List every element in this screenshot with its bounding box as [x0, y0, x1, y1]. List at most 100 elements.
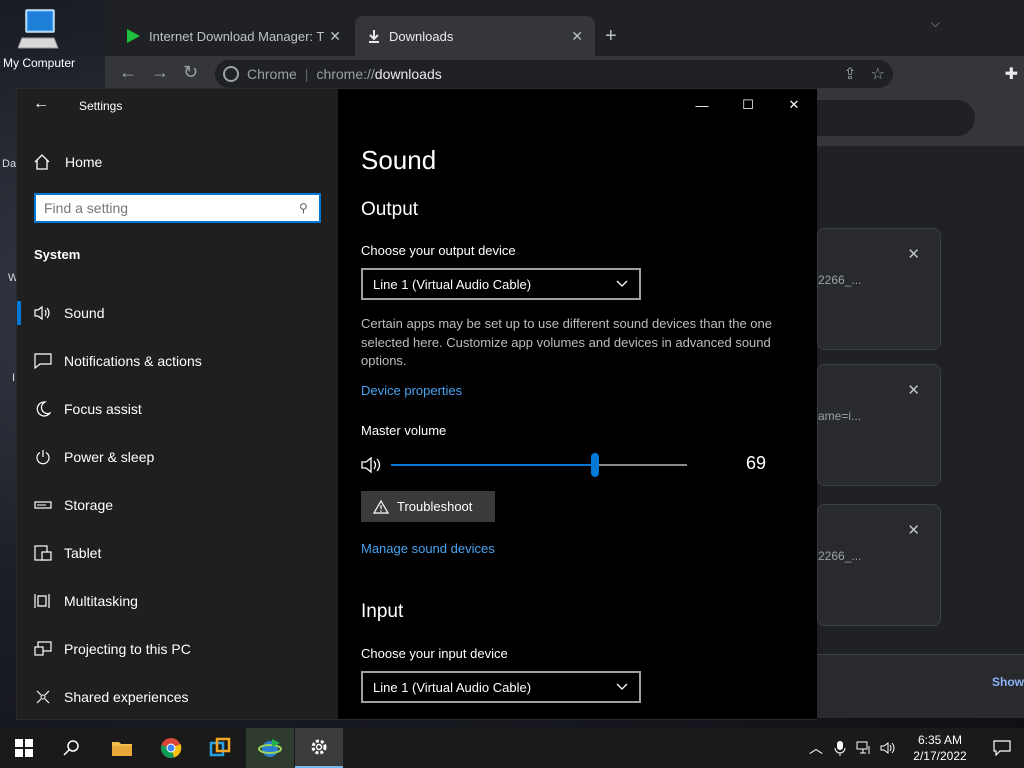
idm-taskbar-button[interactable] — [246, 728, 294, 768]
folder-icon — [112, 742, 132, 756]
settings-taskbar-button[interactable] — [295, 728, 343, 768]
sidebar-item-label: Notifications & actions — [64, 353, 202, 369]
clock[interactable]: 6:35 AM 2/17/2022 — [900, 732, 980, 764]
sidebar-item-focus-assist[interactable]: Focus assist — [17, 385, 338, 433]
chevron-down-icon — [616, 280, 628, 287]
search-button[interactable] — [48, 728, 96, 768]
input-device-dropdown[interactable]: Line 1 (Virtual Audio Cable) — [361, 671, 641, 703]
output-device-value: Line 1 (Virtual Audio Cable) — [373, 276, 532, 292]
reload-icon[interactable]: ↻ — [183, 62, 198, 82]
forward-arrow-icon[interactable]: → — [151, 62, 169, 82]
maximize-icon[interactable]: ☐ — [725, 89, 771, 121]
chrome-taskbar-button[interactable] — [147, 728, 195, 768]
output-description: Certain apps may be set up to use differ… — [361, 316, 772, 368]
download-card[interactable]: 2266_... ✕ — [817, 228, 941, 350]
download-icon — [369, 30, 379, 43]
my-computer-desktop-icon[interactable]: My Computer — [0, 8, 78, 70]
home-label: Home — [65, 154, 103, 170]
computer-icon — [18, 9, 59, 49]
tab-idm[interactable]: Internet Download Manager: The ✕ — [113, 16, 353, 56]
back-arrow-icon[interactable]: ← — [119, 62, 137, 82]
my-computer-label: My Computer — [2, 56, 76, 70]
chrome-logo-icon — [161, 738, 182, 758]
file-explorer-button[interactable] — [98, 728, 146, 768]
master-volume-slider[interactable] — [391, 453, 687, 477]
remove-download-icon[interactable]: ✕ — [907, 381, 920, 399]
moon-icon — [34, 400, 52, 418]
sidebar-item-shared-experiences[interactable]: Shared experiences — [17, 673, 338, 721]
bookmark-star-icon[interactable]: ☆ — [871, 64, 885, 84]
download-filename: ame=i... — [818, 409, 862, 423]
idm-play-icon — [127, 29, 140, 43]
close-icon[interactable]: ✕ — [771, 89, 817, 121]
input-device-value: Line 1 (Virtual Audio Cable) — [373, 679, 532, 695]
download-shelf: Show — [817, 654, 1024, 718]
system-tray: ︿ 6:35 AM 2/17/2022 — [804, 728, 1024, 768]
manage-sound-devices-link[interactable]: Manage sound devices — [361, 541, 495, 556]
tab-search-chevron-icon[interactable]: ⌵ — [931, 16, 940, 31]
chevron-down-icon — [616, 683, 628, 690]
search-icon: ⚲ — [299, 201, 308, 215]
extensions-puzzle-icon[interactable]: ✚ — [1005, 64, 1018, 84]
tab-title: Downloads — [389, 28, 454, 44]
output-device-label: Choose your output device — [361, 243, 516, 258]
divider: | — [304, 66, 309, 82]
remove-download-icon[interactable]: ✕ — [907, 521, 920, 539]
sidebar-item-label: Sound — [64, 305, 105, 321]
close-tab-icon[interactable]: ✕ — [329, 28, 341, 45]
tab-strip: Internet Download Manager: The ✕ Downloa… — [105, 0, 1024, 56]
warning-icon — [373, 499, 389, 514]
page-title: Sound — [361, 145, 437, 175]
download-card[interactable]: ame=i... ✕ — [817, 364, 941, 486]
url-path: downloads — [374, 66, 442, 82]
chevron-up-icon[interactable]: ︿ — [804, 738, 828, 758]
tablet-icon — [34, 544, 52, 562]
app-title: Settings — [79, 99, 123, 113]
new-tab-button[interactable]: + — [605, 26, 617, 46]
microphone-icon[interactable] — [828, 740, 852, 756]
device-properties-link[interactable]: Device properties — [361, 383, 462, 398]
search-input[interactable] — [36, 200, 299, 216]
network-icon[interactable] — [852, 741, 876, 755]
system-nav-list: Sound Notifications & actions Focus assi… — [17, 289, 338, 721]
settings-search[interactable]: ⚲ — [34, 193, 321, 223]
start-button[interactable] — [0, 728, 48, 768]
input-device-label: Choose your input device — [361, 646, 508, 661]
windows-logo-icon — [15, 739, 33, 757]
sidebar-item-label: Storage — [64, 497, 114, 513]
notification-center-button[interactable] — [980, 740, 1024, 756]
minimize-icon[interactable]: — — [679, 89, 725, 121]
home-nav-item[interactable]: Home — [33, 153, 102, 171]
speaker-icon[interactable] — [361, 455, 383, 475]
master-volume-row: 69 — [361, 453, 781, 477]
sidebar-item-sound[interactable]: Sound — [17, 289, 338, 337]
storage-icon — [34, 496, 52, 514]
sidebar-item-label: Projecting to this PC — [64, 641, 191, 657]
volume-icon[interactable] — [876, 741, 900, 755]
gear-icon — [311, 739, 327, 755]
output-device-dropdown[interactable]: Line 1 (Virtual Audio Cable) — [361, 268, 641, 300]
clock-date: 2/17/2022 — [913, 749, 967, 763]
sidebar-item-notifications[interactable]: Notifications & actions — [17, 337, 338, 385]
sidebar-item-storage[interactable]: Storage — [17, 481, 338, 529]
idm-globe-icon — [258, 739, 282, 757]
sidebar-item-projecting[interactable]: Projecting to this PC — [17, 625, 338, 673]
show-all-link[interactable]: Show — [992, 675, 1024, 689]
sidebar-item-tablet[interactable]: Tablet — [17, 529, 338, 577]
sidebar-item-multitasking[interactable]: Multitasking — [17, 577, 338, 625]
sidebar-item-label: Power & sleep — [64, 449, 155, 465]
download-card[interactable]: 2266_... ✕ — [817, 504, 941, 626]
slider-fill — [391, 464, 595, 466]
address-bar[interactable]: Chrome | chrome:// downloads ⇪ ☆ — [215, 60, 893, 88]
chrome-logo-icon — [223, 66, 239, 82]
sidebar-item-power-sleep[interactable]: Power & sleep — [17, 433, 338, 481]
share-icon[interactable]: ⇪ — [843, 64, 856, 84]
back-arrow-icon[interactable]: ← — [33, 95, 49, 113]
slider-thumb[interactable] — [591, 453, 599, 477]
power-icon — [34, 448, 52, 466]
tab-downloads[interactable]: Downloads ✕ — [355, 16, 595, 56]
remove-download-icon[interactable]: ✕ — [907, 245, 920, 263]
close-tab-icon[interactable]: ✕ — [571, 28, 583, 45]
vmware-taskbar-button[interactable] — [196, 728, 244, 768]
troubleshoot-button[interactable]: Troubleshoot — [361, 491, 495, 522]
